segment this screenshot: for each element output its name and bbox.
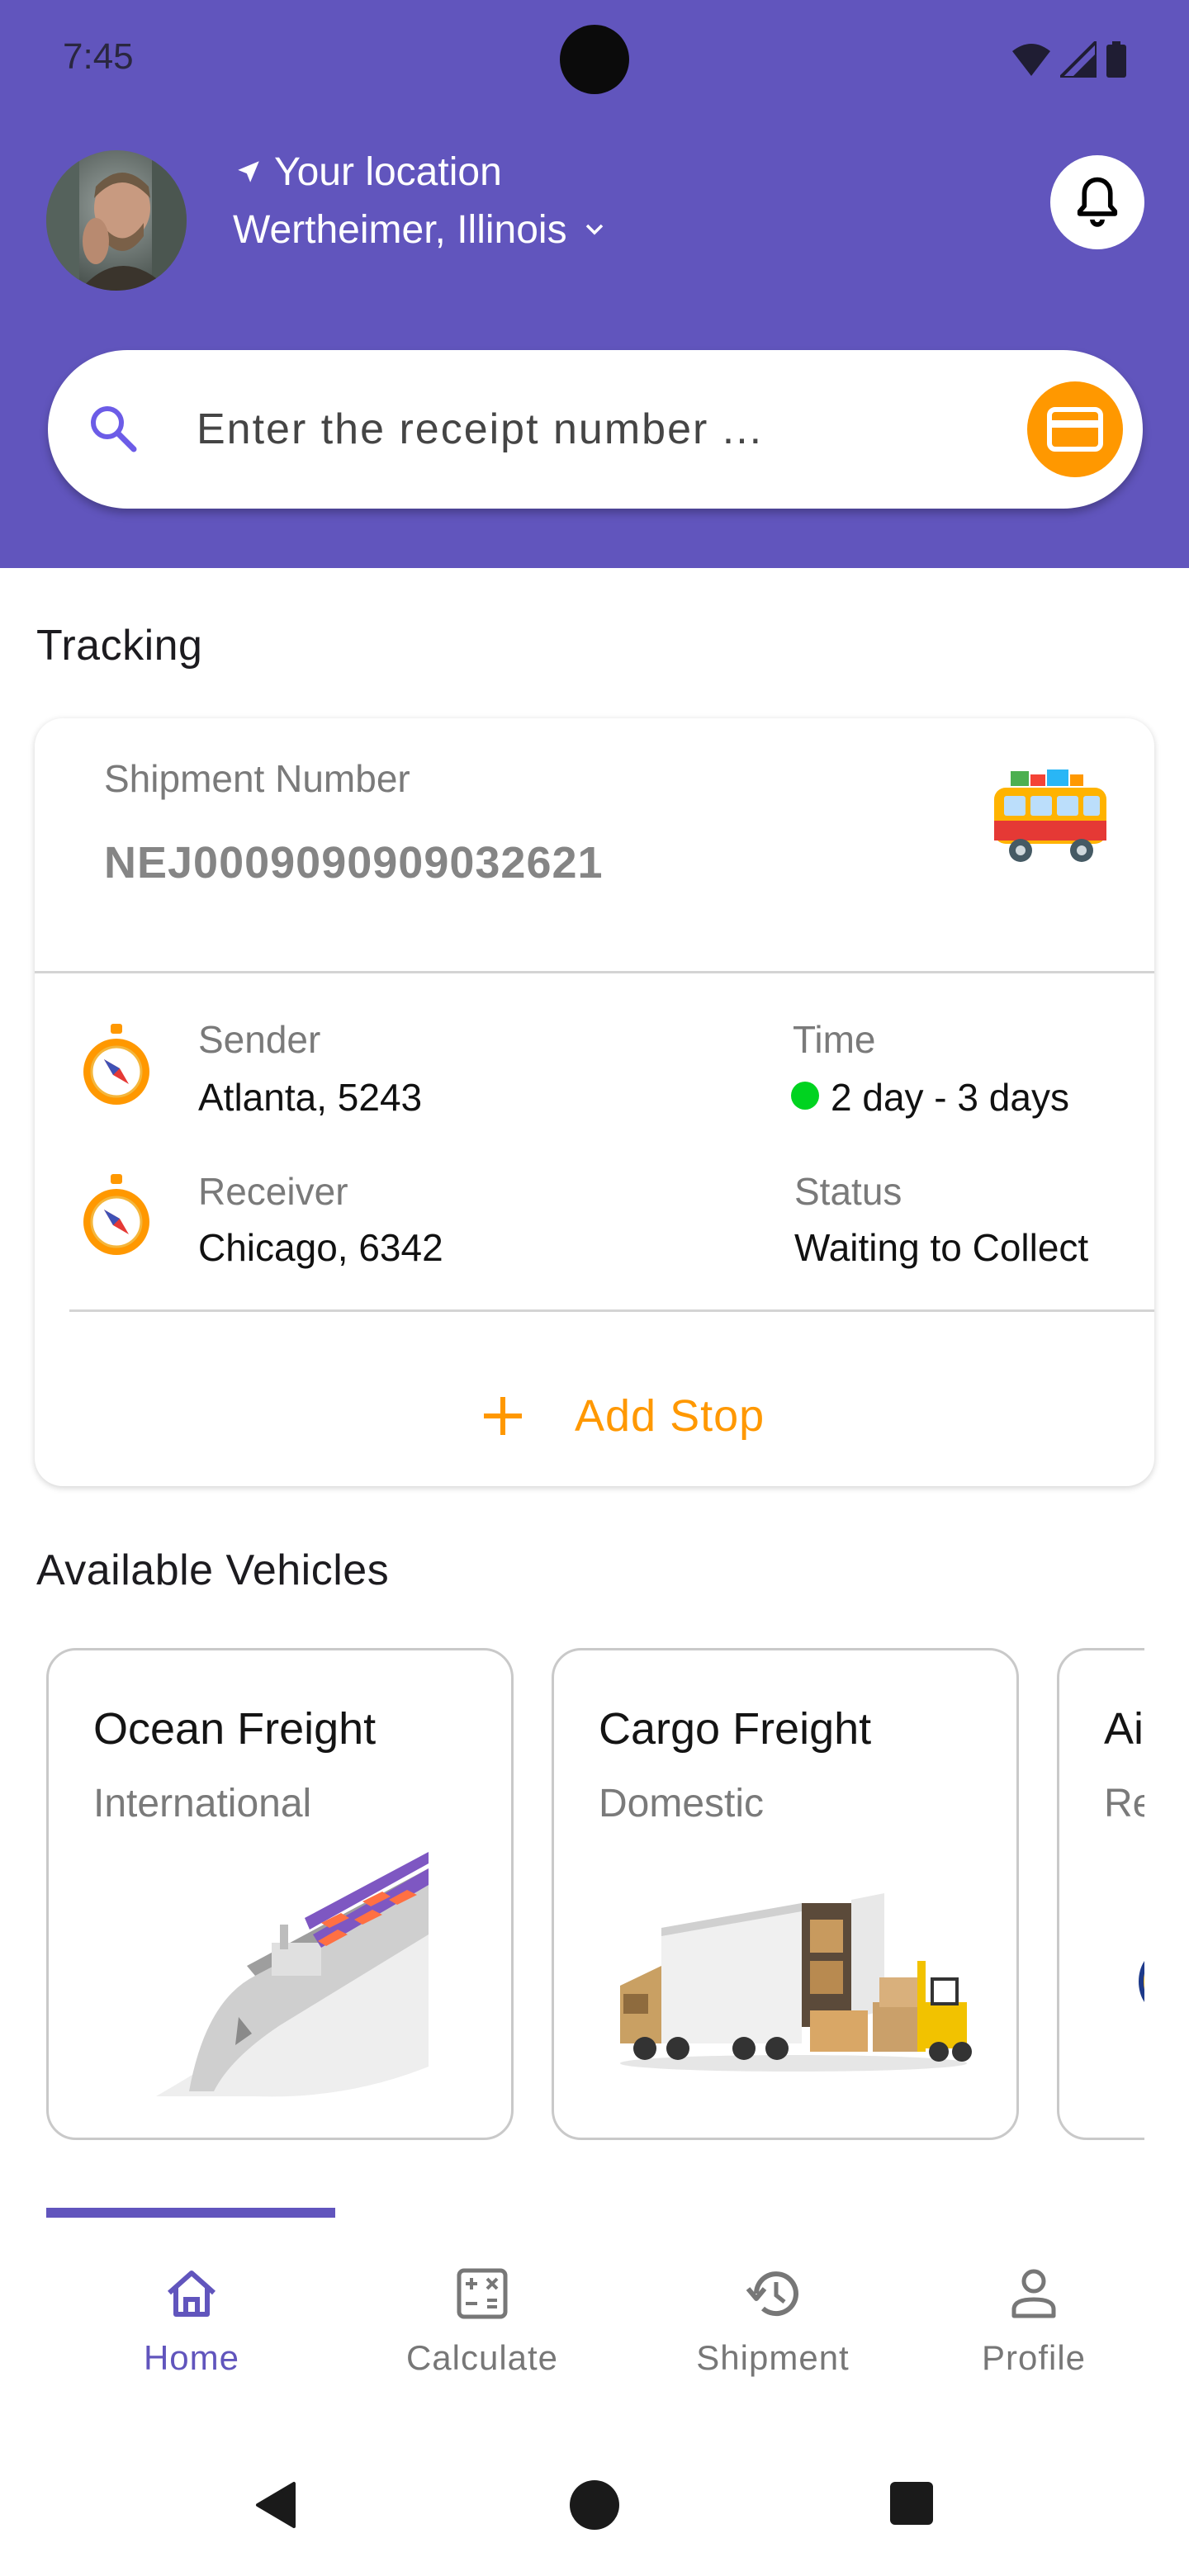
home-icon <box>168 2271 216 2317</box>
add-stop-label: Add Stop <box>575 1391 765 1441</box>
search-icon <box>91 406 137 452</box>
nav-label-profile: Profile <box>981 2338 1087 2377</box>
plane-image <box>1139 1961 1144 2002</box>
vehicle-title: Air Freight <box>1104 1704 1144 1754</box>
nav-label-home: Home <box>143 2338 240 2377</box>
history-icon <box>746 2271 798 2317</box>
search-bar <box>48 350 1143 509</box>
front-camera <box>560 25 629 94</box>
vehicle-card-cargo-freight[interactable]: Cargo Freight Domestic <box>552 1648 1019 2140</box>
vehicle-title: Cargo Freight <box>599 1704 872 1754</box>
time-label: Time <box>793 1018 876 1061</box>
vehicle-subtitle: International <box>93 1782 312 1825</box>
avatar[interactable] <box>46 150 187 291</box>
vehicle-card-ocean-freight[interactable]: Ocean Freight International <box>46 1648 514 2140</box>
shipment-number-label: Shipment Number <box>104 757 410 800</box>
home-circle-icon[interactable] <box>568 2479 621 2531</box>
credit-card-icon <box>1047 407 1103 452</box>
nav-item-home[interactable]: Home <box>46 2221 337 2403</box>
recents-icon[interactable] <box>888 2480 935 2526</box>
shipment-number: NEJ0009090909032621 <box>104 838 604 888</box>
cargo-ship-image <box>156 1852 429 2097</box>
tracking-title: Tracking <box>36 622 203 670</box>
vehicle-subtitle: Re <box>1104 1782 1144 1825</box>
navigation-arrow-icon <box>238 161 259 182</box>
nav-active-indicator <box>46 2208 335 2218</box>
status-icons <box>1012 40 1126 79</box>
location-label-row: Your location <box>234 147 502 197</box>
system-navigation-bar <box>0 2460 1189 2576</box>
location-label: Your location <box>274 149 502 194</box>
compass-icon <box>83 1174 149 1255</box>
receiver-value: Chicago, 6342 <box>198 1226 443 1269</box>
add-stop-button[interactable]: Add Stop <box>481 1387 765 1445</box>
status-value: Waiting to Collect <box>794 1226 1089 1269</box>
available-vehicles-title: Available Vehicles <box>36 1546 390 1594</box>
card-divider <box>35 971 1154 973</box>
bus-icon <box>994 769 1106 862</box>
status-time: 7:45 <box>63 36 134 77</box>
vehicles-carousel[interactable]: Ocean Freight International Cargo Freigh… <box>46 1648 1144 2140</box>
bell-icon <box>1077 177 1118 227</box>
sender-label: Sender <box>198 1018 321 1061</box>
nav-label-shipment: Shipment <box>696 2338 850 2377</box>
vehicle-subtitle: Domestic <box>599 1782 765 1825</box>
bottom-navigation: Home Calculate Shipment Profile <box>0 2221 1189 2403</box>
time-value: 2 day - 3 days <box>831 1076 1069 1119</box>
cargo-truck-image <box>620 1893 972 2072</box>
location-selector[interactable]: Wertheimer, Illinois <box>233 205 605 254</box>
tracking-card[interactable]: Shipment Number NEJ0009090909032621 Send… <box>35 718 1154 1486</box>
back-icon[interactable] <box>253 2480 299 2530</box>
nav-item-shipment[interactable]: Shipment <box>628 2221 918 2403</box>
status-bar: 7:45 <box>0 0 1189 116</box>
battery-icon <box>1106 41 1126 78</box>
compass-icon <box>83 1024 149 1105</box>
receipt-search-input[interactable] <box>197 396 956 462</box>
signal-icon <box>1060 41 1097 78</box>
status-label: Status <box>794 1170 902 1213</box>
nav-item-calculate[interactable]: Calculate <box>337 2221 628 2403</box>
vehicle-title: Ocean Freight <box>93 1704 377 1754</box>
wifi-icon <box>1012 44 1050 76</box>
location-city: Wertheimer, Illinois <box>233 207 567 252</box>
card-divider <box>69 1309 1154 1312</box>
time-status-dot <box>791 1082 819 1110</box>
chevron-down-icon <box>585 224 603 235</box>
nav-label-calculate: Calculate <box>405 2338 559 2377</box>
vehicle-card-air-freight[interactable]: Air Freight Re <box>1057 1648 1144 2140</box>
notification-button[interactable] <box>1050 155 1144 249</box>
receiver-label: Receiver <box>198 1170 348 1213</box>
plus-icon <box>484 1397 522 1435</box>
app-header: 7:45 Your location Wertheimer, Illinois … <box>0 0 1189 568</box>
person-icon <box>1011 2269 1056 2318</box>
calculator-icon <box>457 2268 508 2319</box>
scan-card-button[interactable] <box>1027 381 1123 477</box>
sender-value: Atlanta, 5243 <box>198 1076 423 1119</box>
nav-item-profile[interactable]: Profile <box>888 2221 1179 2403</box>
